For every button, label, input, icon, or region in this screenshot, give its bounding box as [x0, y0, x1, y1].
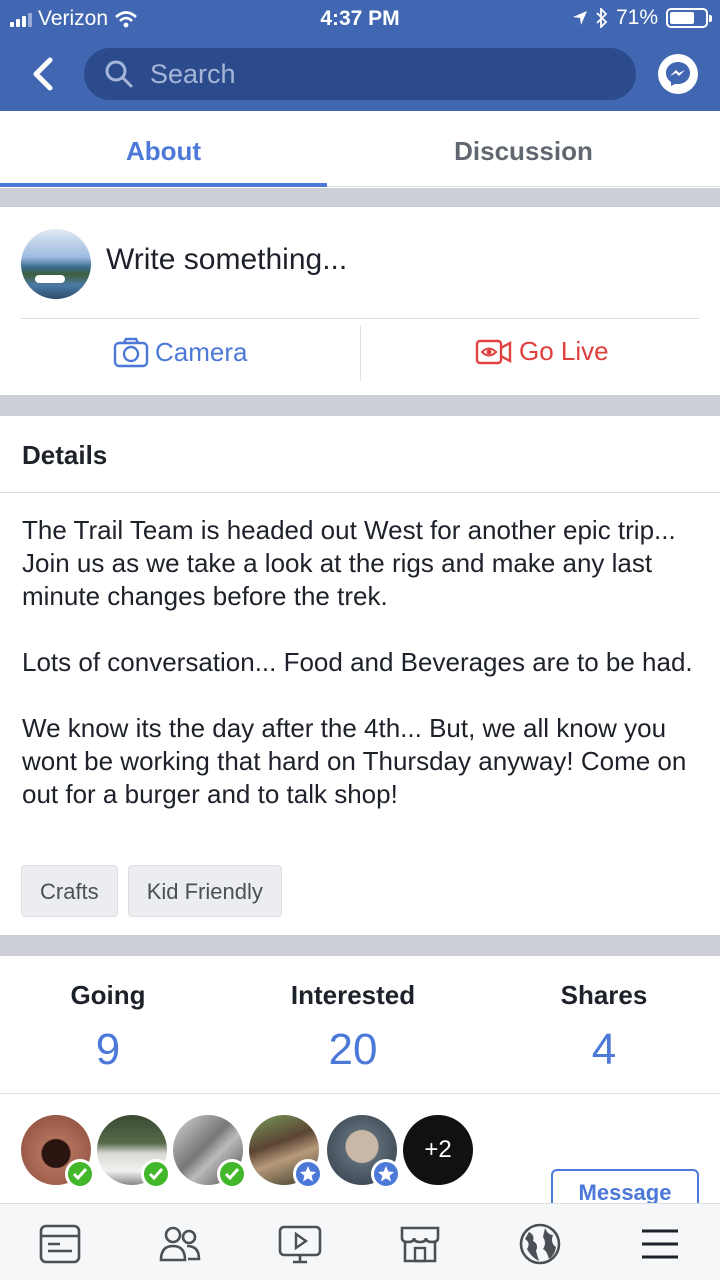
tab-bar: About Discussion: [0, 111, 720, 187]
section-divider: [0, 395, 720, 416]
search-icon: [105, 60, 133, 88]
description-paragraph: We know its the day after the 4th... But…: [22, 713, 687, 809]
stat-label: Going: [70, 980, 146, 1010]
nav-row: Search: [0, 46, 720, 102]
interested-star-icon: [293, 1159, 323, 1189]
back-chevron-icon[interactable]: [26, 54, 62, 94]
bluetooth-icon: [596, 8, 608, 28]
details-section: Details The Trail Team is headed out Wes…: [0, 416, 720, 935]
battery-fill: [670, 12, 695, 24]
camera-icon: [113, 337, 149, 368]
avatar[interactable]: [327, 1115, 401, 1189]
write-something-input[interactable]: Write something...: [106, 243, 347, 277]
section-divider: [0, 935, 720, 956]
description-paragraph: The Trail Team is headed out West for an…: [22, 515, 676, 611]
live-video-icon: [475, 339, 512, 364]
event-stats: Going 9 Interested 20 Shares 4: [0, 956, 720, 1094]
section-divider: [0, 188, 720, 207]
menu-icon[interactable]: [638, 1222, 682, 1266]
stat-value: 20: [328, 1025, 378, 1074]
battery-percent: 71%: [615, 6, 658, 29]
event-description: The Trail Team is headed out West for an…: [22, 514, 702, 844]
messenger-glyph: [666, 62, 690, 86]
description-paragraph: Lots of conversation... Food and Beverag…: [22, 647, 693, 677]
stat-value: 9: [95, 1025, 121, 1074]
going-badge-icon: [217, 1159, 247, 1189]
status-bar: Verizon 4:37 PM 71%: [0, 0, 720, 38]
interested-star-icon: [371, 1159, 401, 1189]
stat-interested[interactable]: Interested 20: [233, 980, 473, 1075]
tab-discussion[interactable]: Discussion: [327, 111, 720, 187]
composer-actions: Camera Go Live: [0, 319, 720, 395]
globe-icon[interactable]: [518, 1222, 562, 1266]
watch-icon[interactable]: [278, 1222, 322, 1266]
friends-icon[interactable]: [158, 1222, 202, 1266]
stat-label: Shares: [560, 980, 648, 1010]
avatar[interactable]: [21, 1115, 95, 1189]
divider: [360, 325, 361, 381]
marketplace-icon[interactable]: [398, 1222, 442, 1266]
tab-about[interactable]: About: [0, 111, 327, 187]
going-badge-icon: [65, 1159, 95, 1189]
stat-value: 4: [591, 1025, 617, 1074]
stat-shares[interactable]: Shares 4: [484, 980, 720, 1075]
news-feed-icon[interactable]: [38, 1222, 82, 1266]
camera-label: Camera: [155, 336, 248, 367]
search-placeholder: Search: [150, 58, 236, 89]
divider: [0, 492, 720, 493]
tag-kid-friendly[interactable]: Kid Friendly: [127, 865, 282, 917]
go-live-button[interactable]: Go Live: [475, 336, 609, 367]
more-guests[interactable]: +2: [403, 1115, 473, 1185]
avatar[interactable]: [249, 1115, 323, 1189]
battery-icon: [666, 8, 712, 28]
guest-list: +2 Message: [0, 1095, 720, 1219]
stat-going[interactable]: Going 9: [0, 980, 228, 1075]
details-heading: Details: [22, 440, 108, 470]
more-guests-label: +2: [424, 1136, 452, 1163]
avatar: [21, 229, 91, 299]
search-input[interactable]: Search: [84, 48, 636, 100]
top-bar: Verizon 4:37 PM 71% Search: [0, 0, 720, 111]
messenger-icon[interactable]: [658, 54, 698, 94]
go-live-label: Go Live: [519, 336, 609, 366]
status-right: 71%: [572, 6, 712, 30]
tag-crafts[interactable]: Crafts: [21, 865, 118, 917]
avatar[interactable]: [173, 1115, 247, 1189]
location-arrow-icon: [572, 11, 587, 25]
avatar[interactable]: [97, 1115, 171, 1189]
going-badge-icon: [141, 1159, 171, 1189]
category-tags: Crafts Kid Friendly: [21, 865, 282, 917]
stat-label: Interested: [290, 980, 416, 1010]
camera-button[interactable]: Camera: [113, 336, 247, 368]
post-composer: Write something... Camera Go Live: [0, 207, 720, 395]
bottom-nav: [0, 1203, 720, 1280]
